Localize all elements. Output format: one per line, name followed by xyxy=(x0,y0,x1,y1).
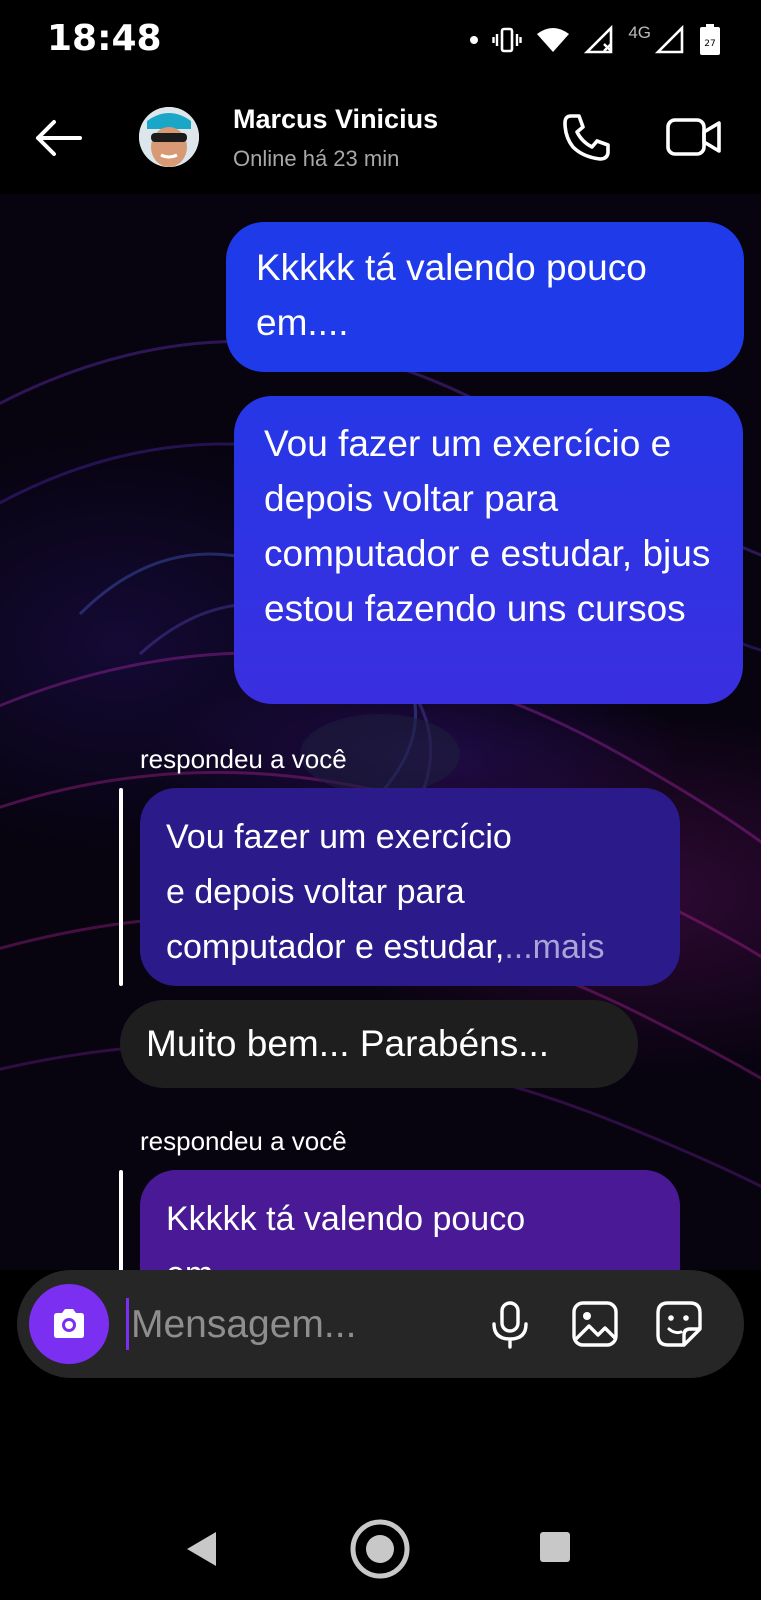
signal-no-data-icon xyxy=(584,25,613,54)
quote-line: Kkkkk tá valendo pouco xyxy=(166,1200,526,1238)
quote-line: Vou fazer um exercício xyxy=(166,818,512,856)
signal-icon xyxy=(655,25,684,54)
contact-status: Online há 23 min xyxy=(233,146,400,171)
camera-button[interactable] xyxy=(29,1284,109,1364)
nav-back-icon[interactable] xyxy=(184,1530,218,1568)
back-button[interactable] xyxy=(32,112,84,164)
reply-label: respondeu a você xyxy=(140,744,347,774)
video-call-button[interactable] xyxy=(665,112,723,162)
nav-home-icon[interactable] xyxy=(349,1518,411,1580)
microphone-icon xyxy=(492,1301,528,1349)
see-more-link[interactable]: ...mais xyxy=(504,928,604,966)
quote-line: em.... xyxy=(166,1247,654,1270)
message-input[interactable] xyxy=(129,1292,463,1358)
outgoing-message[interactable]: Kkkkk tá valendo pouco em.... xyxy=(226,222,744,372)
outgoing-message[interactable]: Vou fazer um exercício e depois voltar p… xyxy=(234,396,743,704)
gallery-icon xyxy=(572,1301,618,1347)
battery-icon: 27 xyxy=(700,24,720,55)
quote-line: e depois voltar para xyxy=(166,873,465,911)
notification-dot-icon xyxy=(470,36,479,44)
video-call-icon xyxy=(666,118,721,156)
status-icons: 4G 27 xyxy=(470,22,721,58)
gallery-button[interactable] xyxy=(570,1299,620,1349)
sticker-button[interactable] xyxy=(654,1299,704,1349)
back-arrow-icon xyxy=(36,120,82,156)
reply-indicator-line xyxy=(119,788,123,986)
avatar[interactable] xyxy=(139,107,199,167)
battery-level: 27 xyxy=(704,39,715,49)
voice-message-button[interactable] xyxy=(487,1300,533,1350)
status-bar: 18:48 4G 27 xyxy=(0,0,761,80)
camera-icon xyxy=(54,1309,84,1338)
voice-call-button[interactable] xyxy=(560,110,614,164)
sticker-icon xyxy=(656,1301,702,1347)
vibrate-icon xyxy=(492,27,523,53)
quote-line-last: computador e estudar,...mais xyxy=(166,920,654,975)
wifi-icon xyxy=(537,28,570,52)
status-time: 18:48 xyxy=(47,18,162,59)
system-navigation-bar xyxy=(0,1500,761,1600)
nav-recents-icon[interactable] xyxy=(538,1530,572,1564)
chat-header: Marcus Vinicius Online há 23 min xyxy=(0,80,761,194)
quoted-message[interactable]: Vou fazer um exercício e depois voltar p… xyxy=(140,788,680,986)
contact-name[interactable]: Marcus Vinicius xyxy=(233,104,438,135)
quote-line: computador e estudar, xyxy=(166,928,505,966)
reply-label: respondeu a você xyxy=(140,1126,347,1156)
phone-call-icon xyxy=(563,114,610,161)
incoming-message[interactable]: Muito bem... Parabéns... xyxy=(120,1000,638,1088)
reply-indicator-line xyxy=(119,1170,123,1270)
chat-thread[interactable]: Kkkkk tá valendo pouco em.... Vou fazer … xyxy=(0,194,761,1270)
message-composer xyxy=(17,1270,744,1378)
network-type: 4G xyxy=(628,23,651,42)
avatar-photo xyxy=(139,107,199,167)
quoted-message[interactable]: Kkkkk tá valendo pouco em.... xyxy=(140,1170,680,1270)
